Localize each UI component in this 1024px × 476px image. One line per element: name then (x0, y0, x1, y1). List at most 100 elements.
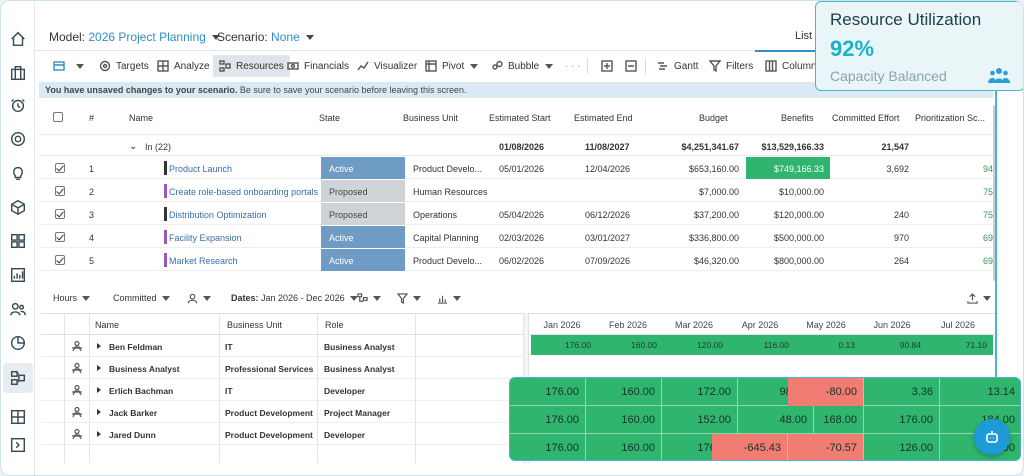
row-checkbox[interactable] (55, 232, 65, 242)
col-business-unit[interactable]: Business Unit (403, 113, 458, 123)
targets-button[interactable]: Targets (93, 55, 155, 77)
row-num: 2 (89, 187, 95, 197)
table-row[interactable]: 2 Create role-based onboarding portals w… (39, 180, 993, 202)
collapse-all-button[interactable] (619, 55, 648, 77)
row-benefits: $800,000.00 (773, 256, 824, 266)
month-label: Mar 2026 (674, 320, 714, 330)
financials-button[interactable]: Financials (281, 55, 355, 77)
hours-dropdown[interactable]: Hours (53, 293, 91, 303)
layout-icon[interactable] (8, 407, 28, 427)
resources-icon[interactable] (8, 368, 28, 388)
target-icon[interactable] (8, 129, 28, 149)
row-name[interactable]: Product Launch (169, 164, 319, 174)
chevron-down-icon (470, 63, 479, 69)
resource-name: Business Analyst (109, 364, 180, 374)
bubble-button[interactable]: Bubble (485, 55, 559, 77)
portfolio-icon[interactable] (8, 63, 28, 83)
filters-button[interactable]: Filters (703, 55, 759, 77)
resource-row[interactable]: Jared Dunn Product Development Developer (41, 423, 523, 445)
chart-icon[interactable] (8, 265, 28, 285)
col-num[interactable]: # (89, 113, 94, 123)
resource-row[interactable]: Jack Barker Product Development Project … (41, 401, 523, 423)
project-grid-header: # Name State Business Unit Estimated Sta… (39, 105, 993, 131)
assistant-button[interactable] (974, 419, 1010, 455)
col-resource-role[interactable]: Role (325, 320, 344, 330)
col-resource-name[interactable]: Name (95, 320, 119, 330)
zoom-row: 176.00 160.00 152.00 48.00 168.00 176.00… (510, 406, 1020, 434)
more-button[interactable]: · · · (559, 55, 587, 77)
lightbulb-icon[interactable] (8, 163, 28, 183)
row-checkbox[interactable] (55, 163, 65, 173)
col-state[interactable]: State (319, 113, 340, 123)
app-window: Model: 2026 Project Planning Scenario: N… (0, 0, 1024, 476)
row-name[interactable]: Create role-based onboarding portals wi (169, 187, 319, 197)
chevron-down-icon (161, 295, 170, 301)
table-row[interactable]: 1 Product Launch Active Product Develo..… (39, 157, 993, 179)
row-effort: 970 (893, 233, 909, 243)
home-icon[interactable] (8, 29, 28, 49)
scenario-selector[interactable]: Scenario: None (217, 30, 314, 44)
financials-label: Financials (304, 60, 350, 72)
table-row[interactable]: 5 Market Research Active Product Develo.… (39, 249, 993, 271)
table-row[interactable]: 4 Facility Expansion Active Capital Plan… (39, 226, 993, 248)
user-filter-dropdown[interactable] (187, 293, 211, 304)
chevron-down-icon[interactable]: ⌄ (129, 141, 137, 152)
grid-icon[interactable] (8, 231, 28, 251)
resource-row[interactable]: Ben Feldman IT Business Analyst (41, 335, 523, 357)
row-benefits: $120,000.00 (773, 210, 824, 220)
view-menu-button[interactable] (47, 55, 90, 77)
visualizer-button[interactable]: Visualizer (351, 55, 423, 77)
resources-button[interactable]: Resources (213, 55, 290, 77)
resource-grid-header: Name Business Unit Role (41, 313, 523, 335)
dates-dropdown[interactable]: Dates: Jan 2026 - Dec 2026 (231, 293, 358, 303)
expand-icon[interactable] (8, 435, 28, 455)
group-dropdown[interactable] (357, 293, 381, 304)
model-selector[interactable]: Model: 2026 Project Planning (49, 30, 220, 44)
row-color-bar (164, 184, 167, 198)
users-icon[interactable] (8, 299, 28, 319)
month-header: Jan 2026 Feb 2026 Mar 2026 Apr 2026 May … (529, 313, 999, 335)
row-name[interactable]: Market Research (169, 256, 319, 266)
group-row[interactable]: ⌄ In (22) 01/08/2026 11/08/2027 $4,251,3… (39, 134, 993, 156)
zoom-cell: 160.00 (586, 406, 662, 434)
col-prioritization[interactable]: Prioritization Sc... (915, 113, 985, 123)
filter-dropdown[interactable] (397, 293, 421, 304)
select-all-checkbox[interactable] (53, 112, 63, 122)
col-benefits[interactable]: Benefits (781, 113, 814, 123)
clock-icon[interactable] (8, 95, 28, 115)
plus-box-icon (601, 60, 613, 72)
col-committed-effort[interactable]: Committed Effort (832, 113, 899, 123)
row-checkbox[interactable] (55, 209, 65, 219)
row-state: Active (321, 157, 405, 179)
col-resource-bu[interactable]: Business Unit (227, 320, 282, 330)
analyze-button[interactable]: Analyze (151, 55, 216, 77)
tab-list[interactable]: List (795, 30, 812, 42)
table-row[interactable]: 3 Distribution Optimization Proposed Ope… (39, 203, 993, 225)
pivot-button[interactable]: Pivot (419, 55, 484, 77)
expand-arrow-icon[interactable] (97, 409, 101, 415)
expand-arrow-icon[interactable] (97, 431, 101, 437)
team-icon (988, 66, 1010, 84)
resource-row[interactable]: Business Analyst Professional Services B… (41, 357, 523, 379)
row-name[interactable]: Facility Expansion (169, 233, 319, 243)
col-name[interactable]: Name (129, 113, 153, 123)
row-color-bar (164, 230, 167, 244)
col-est-start[interactable]: Estimated Start (489, 113, 551, 123)
expand-arrow-icon[interactable] (97, 365, 101, 371)
gantt-button[interactable]: Gantt (651, 55, 704, 77)
col-est-end[interactable]: Estimated End (574, 113, 633, 123)
chart-dropdown[interactable] (437, 293, 461, 304)
row-name[interactable]: Distribution Optimization (169, 210, 319, 220)
cube-icon[interactable] (8, 197, 28, 217)
resource-row[interactable]: Erlich Bachman IT Developer (41, 379, 523, 401)
resource-role: Business Analyst (324, 342, 395, 352)
month-label: Jul 2026 (940, 320, 976, 330)
expand-arrow-icon[interactable] (97, 343, 101, 349)
row-checkbox[interactable] (55, 255, 65, 265)
row-checkbox[interactable] (55, 186, 65, 196)
export-dropdown[interactable] (967, 293, 991, 304)
committed-dropdown[interactable]: Committed (113, 293, 170, 303)
pie-icon[interactable] (8, 333, 28, 353)
expand-arrow-icon[interactable] (97, 387, 101, 393)
col-budget[interactable]: Budget (699, 113, 728, 123)
